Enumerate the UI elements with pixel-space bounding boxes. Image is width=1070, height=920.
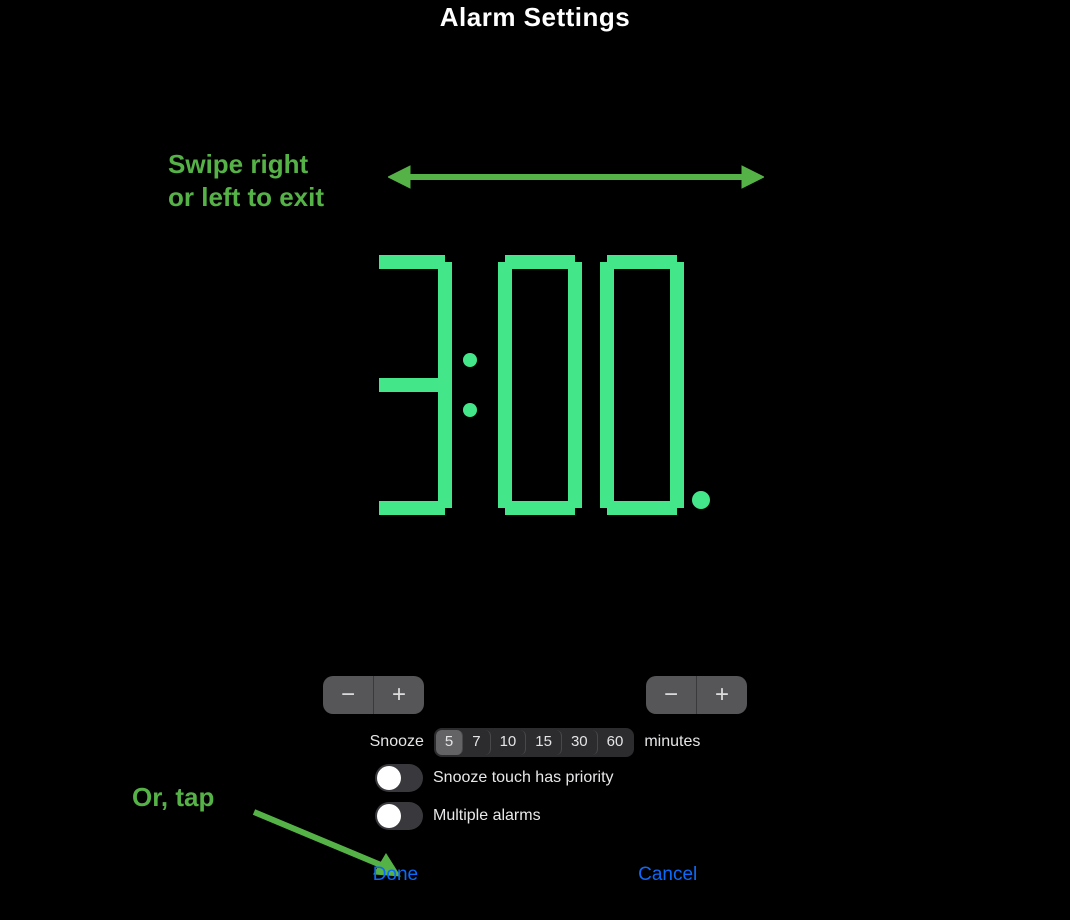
- annotation-swipe-text: Swipe right or left to exit: [168, 148, 324, 213]
- minute-stepper: − +: [646, 676, 747, 714]
- snooze-option-15[interactable]: 15: [526, 730, 562, 755]
- alarm-time-display[interactable]: [0, 250, 1070, 520]
- hour-increment-button[interactable]: +: [374, 676, 424, 714]
- snooze-option-30[interactable]: 30: [562, 730, 598, 755]
- time-digits: [355, 250, 715, 520]
- snooze-priority-label: Snooze touch has priority: [433, 769, 614, 787]
- hour-decrement-button[interactable]: −: [323, 676, 374, 714]
- annotation-or-tap-text: Or, tap: [132, 782, 214, 813]
- multiple-alarms-label: Multiple alarms: [433, 807, 541, 825]
- snooze-unit-label: minutes: [644, 733, 700, 751]
- snooze-label: Snooze: [370, 733, 424, 751]
- cancel-button[interactable]: Cancel: [638, 864, 697, 886]
- annotation-arrow-horizontal: [388, 162, 764, 192]
- minute-increment-button[interactable]: +: [697, 676, 747, 714]
- hour-stepper: − +: [323, 676, 424, 714]
- snooze-option-7[interactable]: 7: [463, 730, 490, 755]
- page-title: Alarm Settings: [0, 2, 1070, 33]
- snooze-priority-toggle[interactable]: [375, 764, 423, 792]
- snooze-option-10[interactable]: 10: [491, 730, 527, 755]
- done-button[interactable]: Done: [373, 864, 418, 886]
- snooze-segmented-control: 5710153060: [434, 728, 634, 757]
- minute-decrement-button[interactable]: −: [646, 676, 697, 714]
- snooze-option-5[interactable]: 5: [436, 730, 463, 755]
- snooze-option-60[interactable]: 60: [598, 730, 633, 755]
